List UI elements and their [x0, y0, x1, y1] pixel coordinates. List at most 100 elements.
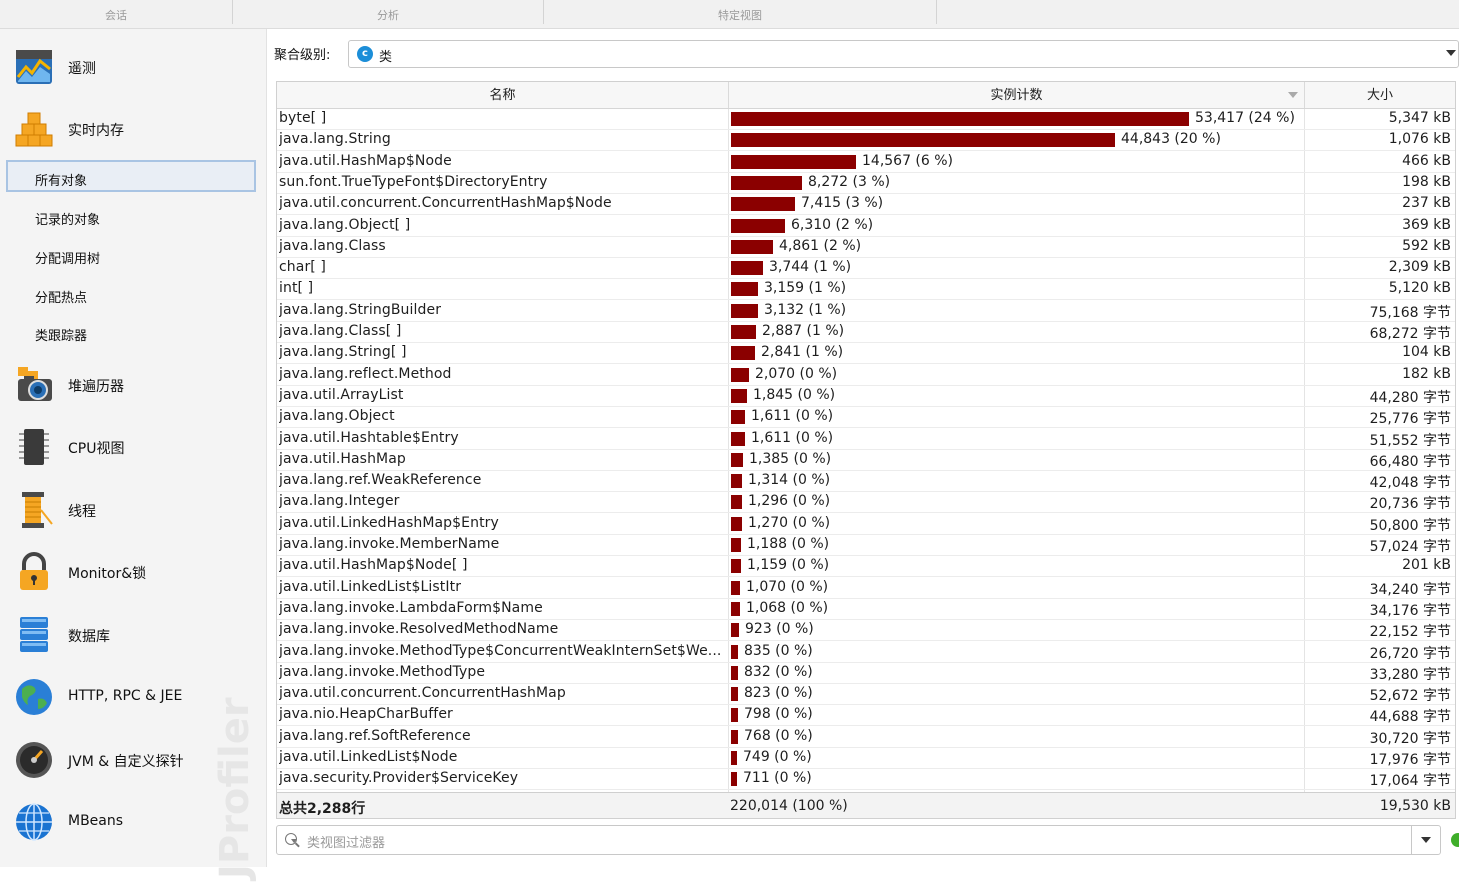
table-row[interactable]: java.lang.StringBuilder 3,132 (1 %) 75,168…	[277, 301, 1455, 322]
sidebar-item-monitors-locks[interactable]: Monitor&锁	[14, 544, 254, 594]
table-row[interactable]: java.lang.invoke.ResolvedMethodName 923 (…	[277, 620, 1455, 642]
table-row[interactable]: java.lang.Object 1,611 (0 %) 25,776 字节	[277, 407, 1455, 429]
table-row[interactable]: int[ ] 3,159 (1 %) 5,120 kB	[277, 279, 1455, 301]
table-row[interactable]: java.lang.String[ ] 2,841 (1 %) 104 kB	[277, 343, 1455, 365]
sidebar-item-label: 遥测	[68, 61, 96, 77]
table-row[interactable]: java.util.Hashtable$Entry 1,611 (0 %) 51,5…	[277, 429, 1455, 450]
gauge-icon	[16, 742, 52, 778]
instance-count-cell: 1,845 (0 %)	[753, 386, 836, 403]
size-cell: 57,024 字节	[1369, 539, 1451, 555]
instance-count-cell: 53,417 (24 %)	[1195, 110, 1295, 126]
table-row[interactable]: sun.font.TrueTypeFont$DirectoryEntry 8,27…	[277, 173, 1455, 194]
table-row[interactable]: java.util.LinkedHashMap$Entry 1,270 (0 %)…	[277, 514, 1455, 535]
size-cell: 44,688 字节	[1369, 709, 1451, 726]
sidebar-item-threads[interactable]: 线程	[14, 482, 254, 532]
sidebar-subitem-all-objects[interactable]: 所有对象	[6, 160, 256, 192]
class-name-cell: java.lang.StringBuilder	[279, 301, 442, 318]
sidebar-item-cpu-views[interactable]: CPU视图	[14, 419, 254, 469]
instance-count-cell: 3,132 (1 %)	[764, 301, 847, 318]
aggregation-level-select[interactable]: c 类	[348, 40, 1459, 68]
globe-icon	[16, 679, 52, 715]
sidebar-subitem-recorded-objects[interactable]: 记录的对象	[6, 200, 256, 232]
table-row[interactable]: java.util.concurrent.ConcurrentHashMap$N…	[277, 194, 1455, 216]
size-cell: 26,720 字节	[1369, 645, 1451, 662]
size-cell: 52,672 字节	[1369, 688, 1451, 705]
chevron-down-icon[interactable]	[1421, 837, 1431, 843]
database-icon	[20, 617, 48, 652]
sidebar-subitem-class-tracker[interactable]: 类跟踪器	[6, 316, 256, 348]
table-row[interactable]: byte[ ] 53,417 (24 %) 5,347 kB	[277, 109, 1455, 130]
size-cell: 50,800 字节	[1369, 517, 1451, 534]
instance-count-cell: 1,385 (0 %)	[749, 450, 832, 467]
filter-options-icon	[291, 839, 297, 843]
class-name-cell: java.lang.String	[279, 131, 391, 148]
column-header-name[interactable]: 名称	[277, 82, 729, 108]
class-name-cell: java.lang.Class	[279, 237, 386, 254]
size-cell: 51,552 字节	[1369, 432, 1451, 449]
class-filter-input[interactable]: 类视图过滤器	[276, 825, 1441, 855]
table-row[interactable]: java.lang.Object[ ] 6,310 (2 %) 369 kB	[277, 216, 1455, 237]
table-row[interactable]: java.util.LinkedList$ListItr 1,070 (0 %) 3…	[277, 578, 1455, 599]
instance-count-cell: 2,887 (1 %)	[762, 323, 845, 339]
table-row[interactable]: java.lang.ref.WeakReference 1,314 (0 %) 42…	[277, 471, 1455, 493]
sidebar-item-live-memory[interactable]: 实时内存	[14, 101, 254, 151]
size-cell: 30,720 字节	[1369, 730, 1451, 747]
table-row[interactable]: java.util.LinkedList$Node 749 (0 %) 17,976…	[277, 748, 1455, 769]
instance-count-cell: 44,843 (20 %)	[1121, 131, 1221, 148]
table-row[interactable]: char[ ] 3,744 (1 %) 2,309 kB	[277, 258, 1455, 280]
instance-count-bar	[731, 197, 795, 212]
table-row[interactable]: java.util.HashMap$Node 14,567 (6 %) 466 kB	[277, 152, 1455, 173]
live-memory-icon	[15, 112, 53, 147]
instance-count-bar	[731, 708, 738, 723]
column-header-size[interactable]: 大小	[1305, 82, 1455, 108]
table-row[interactable]: java.lang.Class[ ] 2,887 (1 %) 68,272 字节	[277, 322, 1455, 343]
table-row[interactable]: java.util.HashMap$Node[ ] 1,159 (0 %) 201 …	[277, 556, 1455, 578]
class-name-cell: java.util.HashMap$Node	[279, 152, 452, 169]
instance-count-bar	[731, 282, 758, 297]
filter-placeholder: 类视图过滤器	[307, 836, 386, 851]
table-row[interactable]: java.nio.HeapCharBuffer 798 (0 %) 44,688 字…	[277, 705, 1455, 727]
table-row[interactable]: java.lang.invoke.MethodType$ConcurrentWe…	[277, 642, 1455, 663]
tab-session[interactable]: 会话	[0, 0, 232, 28]
sidebar-item-databases[interactable]: 数据库	[14, 607, 254, 657]
instance-count-bar	[731, 751, 737, 765]
instance-count-bar	[731, 367, 749, 382]
lock-icon	[20, 552, 48, 590]
tab-analysis[interactable]: 分析	[233, 0, 543, 28]
table-row[interactable]: java.util.ArrayList 1,845 (0 %) 44,280 字节	[277, 386, 1455, 407]
total-rows: 总共2,288行	[279, 801, 366, 817]
class-name-cell: java.lang.Object[ ]	[279, 216, 411, 233]
instance-count-bar	[731, 112, 1189, 126]
table-row[interactable]: java.util.concurrent.ConcurrentHashMap 82…	[277, 684, 1455, 706]
sidebar-subitem-allocation-hot-spots[interactable]: 分配热点	[6, 278, 256, 310]
size-cell: 66,480 字节	[1369, 453, 1451, 470]
instance-count-cell: 7,415 (3 %)	[801, 195, 884, 212]
instance-count-cell: 1,070 (0 %)	[746, 578, 829, 595]
sidebar-item-telemetry[interactable]: 遥测	[14, 39, 254, 89]
column-header-label: 实例计数	[990, 88, 1043, 103]
instance-count-cell: 923 (0 %)	[745, 621, 814, 638]
table-row[interactable]: java.lang.Class 4,861 (2 %) 592 kB	[277, 237, 1455, 258]
table-row[interactable]: java.lang.String 44,843 (20 %) 1,076 kB	[277, 130, 1455, 152]
instance-count-cell: 2,841 (1 %)	[761, 344, 844, 361]
tab-specific-views[interactable]: 特定视图	[544, 0, 936, 28]
table-row[interactable]: java.lang.invoke.MemberName 1,188 (0 %) 57…	[277, 535, 1455, 556]
sidebar-subitem-label: 类跟踪器	[35, 329, 88, 344]
sidebar-item-heap-walker[interactable]: 堆遍历器	[14, 357, 254, 407]
size-cell: 369 kB	[1402, 216, 1451, 233]
size-cell: 34,176 字节	[1369, 602, 1451, 619]
size-cell: 2,309 kB	[1388, 259, 1451, 276]
column-header-instance-count[interactable]: 实例计数	[729, 82, 1305, 108]
table-row[interactable]: java.lang.invoke.LambdaForm$Name 1,068 (0…	[277, 599, 1455, 620]
table-row[interactable]: java.lang.invoke.MethodType 832 (0 %) 33,2…	[277, 663, 1455, 684]
table-row[interactable]: java.lang.reflect.Method 2,070 (0 %) 182 k…	[277, 365, 1455, 386]
class-name-cell: java.util.LinkedHashMap$Entry	[279, 514, 499, 531]
table-row[interactable]: java.lang.ref.SoftReference 768 (0 %) 30,7…	[277, 727, 1455, 748]
sidebar-subitem-allocation-call-tree[interactable]: 分配调用树	[6, 239, 256, 271]
filter-divider	[1411, 826, 1412, 854]
table-row[interactable]: java.security.Provider$ServiceKey 711 (0 …	[277, 769, 1455, 791]
instance-count-bar	[731, 687, 738, 702]
instance-count-cell: 1,159 (0 %)	[747, 557, 830, 574]
table-row[interactable]: java.lang.Integer 1,296 (0 %) 20,736 字节	[277, 492, 1455, 514]
table-row[interactable]: java.util.HashMap 1,385 (0 %) 66,480 字节	[277, 450, 1455, 471]
